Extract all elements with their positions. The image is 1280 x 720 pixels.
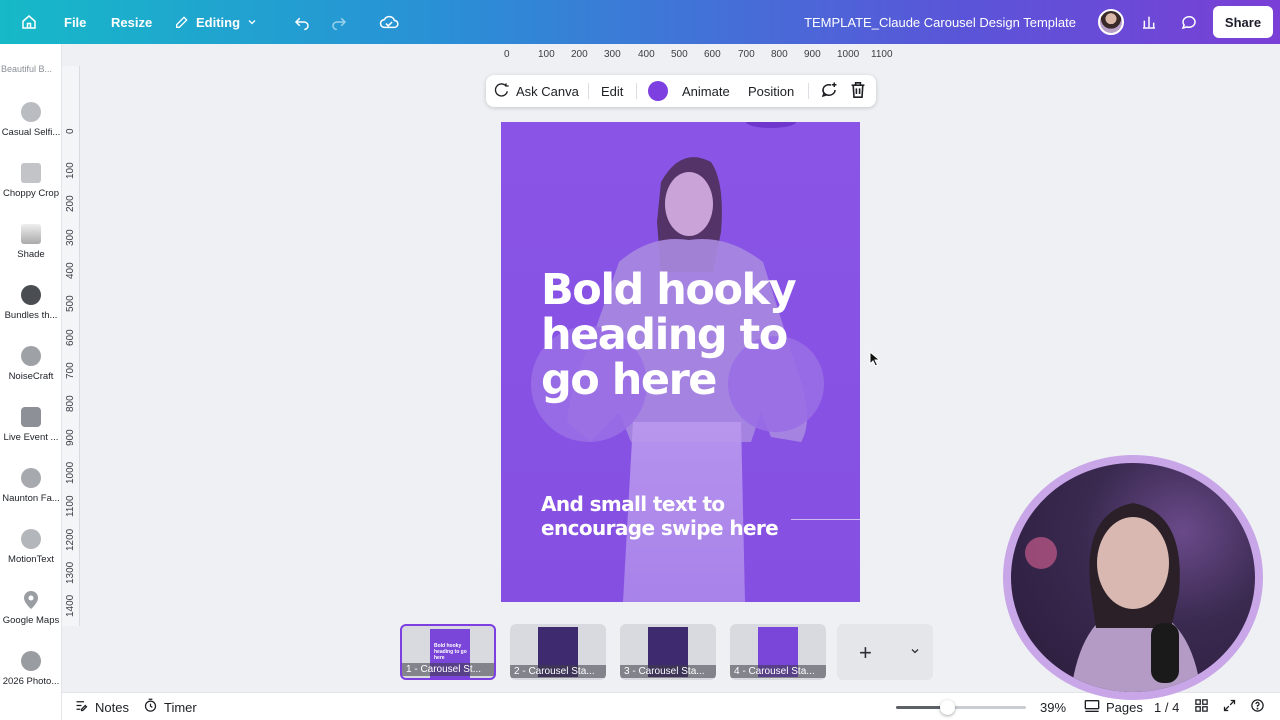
page-thumbnail-1[interactable]: Bold hooky heading to go here 1 - Carous… (400, 624, 496, 680)
comments-button[interactable] (1175, 8, 1203, 36)
app-thumbnail-icon (21, 163, 41, 183)
page-thumbnail-4[interactable]: 4 - Carousel Sta... (730, 624, 826, 680)
page-thumbnail-3[interactable]: 3 - Carousel Sta... (620, 624, 716, 680)
edit-button[interactable]: Edit (601, 75, 623, 107)
mouse-cursor-icon (869, 351, 881, 367)
cloud-saved-icon (379, 13, 399, 31)
add-page-button[interactable]: + (837, 624, 933, 680)
page-thumbnail-caption: 1 - Carousel St... (402, 663, 494, 676)
home-icon (20, 13, 38, 31)
comment-add-icon (820, 81, 838, 102)
magic-sparkle-icon (494, 82, 510, 101)
carousel-subtext[interactable]: And small text to encourage swipe here (541, 492, 841, 540)
app-thumbnail-icon (21, 468, 41, 488)
ask-canva-button[interactable]: Ask Canva (494, 75, 579, 107)
app-2026-photo[interactable]: 2026 Photo... (0, 643, 61, 703)
position-button[interactable]: Position (748, 75, 794, 107)
timer-icon (143, 698, 158, 716)
page-thumbnail-caption: 4 - Carousel Sta... (730, 665, 826, 678)
undo-icon (293, 13, 311, 31)
page-thumbnail-2[interactable]: 2 - Carousel Sta... (510, 624, 606, 680)
plus-icon: + (859, 640, 872, 665)
expand-icon (1222, 698, 1237, 716)
document-title[interactable]: TEMPLATE_Claude Carousel Design Template (804, 0, 1076, 44)
share-button[interactable]: Share (1213, 6, 1273, 38)
editing-label: Editing (196, 14, 241, 30)
redo-button[interactable] (330, 0, 348, 44)
toolbar-divider (636, 83, 637, 99)
app-bundles[interactable]: Bundles th... (0, 277, 61, 337)
zoom-slider-handle[interactable] (940, 700, 955, 715)
insights-button[interactable] (1135, 8, 1163, 36)
color-swatch (648, 81, 668, 101)
help-icon (1250, 698, 1265, 716)
page-thumbnail-caption: 2 - Carousel Sta... (510, 665, 606, 678)
fullscreen-button[interactable] (1222, 693, 1237, 720)
app-choppy-crop[interactable]: Choppy Crop (0, 155, 61, 215)
top-bar: File Resize Editing TEMPLATE_Claude Caro… (0, 0, 1280, 44)
save-status-button[interactable] (379, 0, 399, 44)
resize-button[interactable]: Resize (111, 0, 152, 44)
app-thumbnail-icon (21, 407, 41, 427)
add-comment-button[interactable] (820, 75, 838, 107)
carousel-heading[interactable]: Bold hooky heading to go here (541, 268, 841, 403)
zoom-slider[interactable] (896, 700, 1026, 715)
color-picker-button[interactable] (648, 75, 668, 107)
grid-view-button[interactable] (1194, 693, 1209, 720)
app-motiontext[interactable]: MotionText (0, 521, 61, 581)
app-google-maps[interactable]: Google Maps (0, 582, 61, 642)
swipe-indicator-line (791, 519, 860, 520)
pages-icon (1084, 699, 1100, 716)
toolbar-divider (808, 83, 809, 99)
map-pin-icon (21, 590, 41, 610)
animate-button[interactable]: Animate (682, 75, 730, 107)
app-live-event[interactable]: Live Event ... (0, 399, 61, 459)
redo-icon (330, 13, 348, 31)
home-button[interactable] (20, 0, 38, 44)
page-thumbnail-caption: 3 - Carousel Sta... (620, 665, 716, 678)
user-avatar[interactable] (1098, 9, 1124, 35)
app-thumbnail-icon (21, 224, 41, 244)
presenter-webcam (1003, 455, 1263, 700)
chevron-down-icon (246, 16, 258, 28)
vertical-ruler: 0 100 200 300 400 500 600 700 800 900 10… (62, 66, 80, 626)
element-toolbar: Ask Canva Edit Animate Position (486, 75, 876, 107)
zoom-percentage[interactable]: 39% (1040, 693, 1066, 720)
app-thumbnail-icon (21, 346, 41, 366)
delete-button[interactable] (850, 75, 866, 107)
chevron-down-icon[interactable] (909, 644, 921, 662)
notes-icon (74, 698, 89, 716)
help-button[interactable] (1250, 693, 1265, 720)
presenter-video-frame (1025, 503, 1201, 692)
app-thumbnail-icon (21, 529, 41, 549)
pencil-icon (174, 14, 190, 30)
notes-button[interactable]: Notes (74, 693, 129, 720)
app-thumbnail-icon (21, 651, 41, 671)
design-page[interactable]: Bold hooky heading to go here And small … (501, 122, 860, 602)
editing-mode-dropdown[interactable]: Editing (174, 0, 258, 44)
app-noisecraft[interactable]: NoiseCraft (0, 338, 61, 398)
grid-icon (1194, 698, 1209, 716)
horizontal-ruler: 0 100 200 300 400 500 600 700 800 900 10… (504, 49, 893, 60)
toolbar-divider (588, 83, 589, 99)
apps-panel: Beautiful B... Casual Selfi... Choppy Cr… (0, 44, 62, 720)
timer-button[interactable]: Timer (143, 693, 197, 720)
comment-icon (1180, 13, 1198, 31)
app-casual-selfie[interactable]: Casual Selfi... (0, 94, 61, 154)
app-thumbnail-icon (21, 102, 41, 122)
app-shade[interactable]: Shade (0, 216, 61, 276)
app-thumbnail-icon (21, 285, 41, 305)
apps-panel-partial-label: Beautiful B... (1, 64, 53, 74)
undo-button[interactable] (293, 0, 311, 44)
analytics-icon (1141, 14, 1157, 30)
file-menu[interactable]: File (64, 0, 86, 44)
app-naunton[interactable]: Naunton Fa... (0, 460, 61, 520)
bottom-bar: Notes Timer 39% Pages 1 / 4 (62, 692, 1280, 720)
trash-icon (850, 81, 866, 102)
